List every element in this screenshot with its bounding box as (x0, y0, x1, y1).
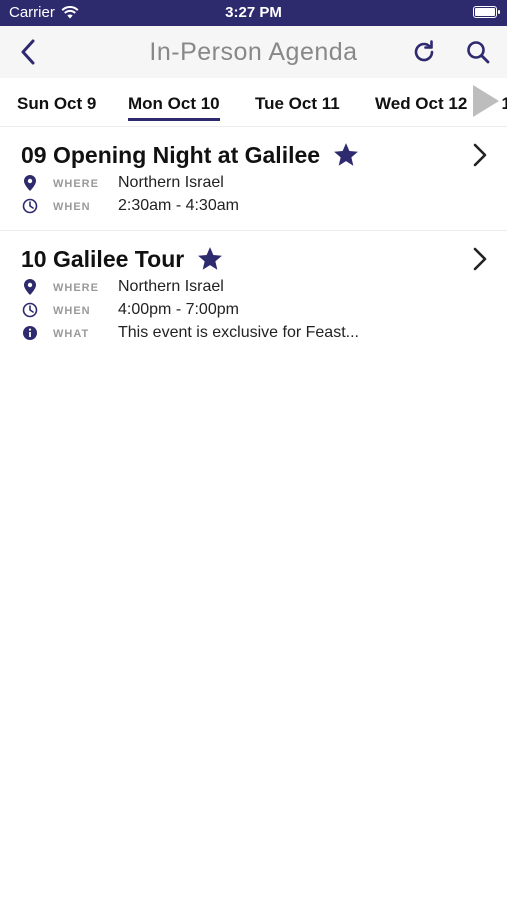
status-time: 3:27 PM (225, 4, 282, 21)
star-icon[interactable] (196, 245, 224, 273)
when-label: WHEN (53, 201, 91, 213)
info-icon (21, 324, 39, 342)
event-title-row: 09 Opening Night at Galilee (21, 141, 360, 169)
tab-sun-oct-9[interactable]: Sun Oct 9 (17, 94, 96, 114)
where-value: Northern Israel (118, 174, 224, 191)
event-when-row: WHEN 4:00pm - 7:00pm (21, 299, 239, 321)
what-label: WHAT (53, 328, 90, 340)
clock-icon (21, 197, 39, 215)
where-value: Northern Israel (118, 278, 224, 295)
tab-wed-oct-12[interactable]: Wed Oct 12 (375, 94, 467, 114)
event-what-row: WHAT This event is exclusive for Feast..… (21, 322, 359, 344)
status-bar: Carrier 3:27 PM (0, 0, 507, 26)
tab-tue-oct-11[interactable]: Tue Oct 11 (255, 94, 340, 114)
tabs-scroll-right-icon[interactable] (473, 85, 499, 117)
search-button[interactable] (462, 36, 494, 68)
clock-icon (21, 301, 39, 319)
search-icon (467, 41, 490, 64)
when-label: WHEN (53, 305, 91, 317)
date-tabs: Sun Oct 9 Mon Oct 10 Tue Oct 11 Wed Oct … (0, 78, 507, 127)
event-item[interactable]: 10 Galilee Tour WHERE Northern Israel WH… (0, 231, 507, 351)
location-pin-icon (21, 174, 39, 192)
event-title-row: 10 Galilee Tour (21, 245, 224, 273)
event-item[interactable]: 09 Opening Night at Galilee WHERE Northe… (0, 127, 507, 229)
chevron-right-icon (473, 143, 487, 167)
event-where-row: WHERE Northern Israel (21, 172, 224, 194)
refresh-button[interactable] (408, 36, 440, 68)
star-icon[interactable] (332, 141, 360, 169)
event-title: 09 Opening Night at Galilee (21, 141, 321, 168)
event-when-row: WHEN 2:30am - 4:30am (21, 195, 239, 217)
event-title: 10 Galilee Tour (21, 245, 185, 272)
tab-mon-oct-10[interactable]: Mon Oct 10 (128, 94, 220, 121)
where-label: WHERE (53, 282, 99, 294)
tab-next-partial[interactable]: 1 (502, 94, 507, 114)
when-value: 2:30am - 4:30am (118, 197, 239, 214)
battery-icon (473, 6, 500, 18)
when-value: 4:00pm - 7:00pm (118, 301, 239, 318)
refresh-icon (414, 40, 434, 62)
chevron-right-icon (473, 247, 487, 271)
event-where-row: WHERE Northern Israel (21, 276, 224, 298)
location-pin-icon (21, 278, 39, 296)
where-label: WHERE (53, 178, 99, 190)
nav-bar: In-Person Agenda (0, 26, 507, 78)
what-value: This event is exclusive for Feast... (118, 324, 359, 341)
